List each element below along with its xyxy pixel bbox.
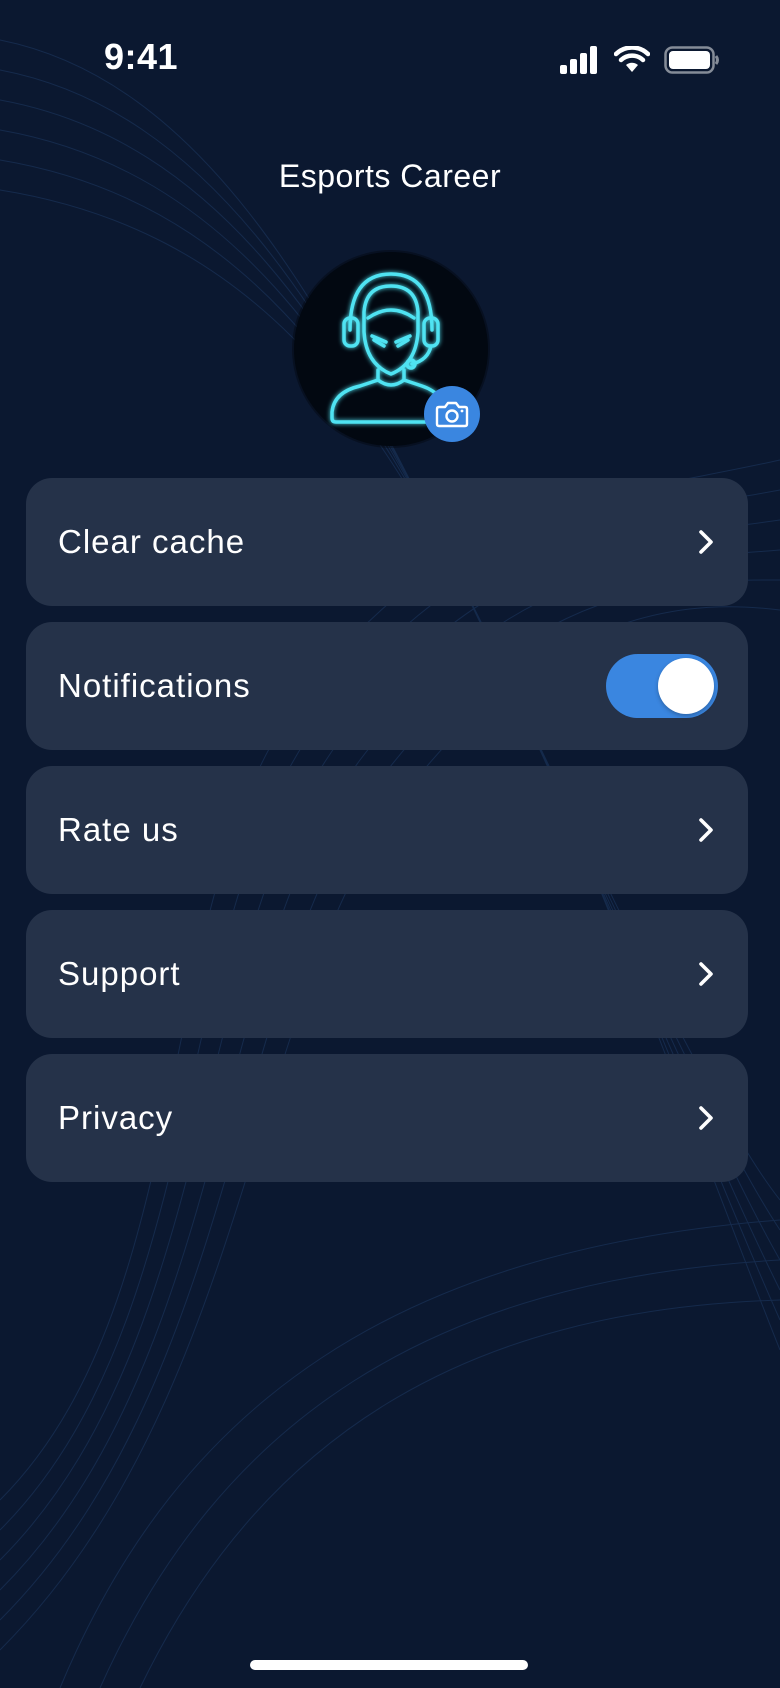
battery-icon bbox=[664, 46, 719, 74]
chevron-right-icon bbox=[676, 522, 716, 562]
home-indicator bbox=[250, 1660, 528, 1670]
chevron-right-icon bbox=[676, 954, 716, 994]
toggle-knob bbox=[658, 658, 714, 714]
change-photo-button[interactable] bbox=[424, 386, 480, 442]
notifications-toggle[interactable] bbox=[606, 654, 718, 718]
rate-us-row[interactable]: Rate us bbox=[26, 766, 748, 894]
rate-us-label: Rate us bbox=[58, 811, 179, 848]
privacy-row[interactable]: Privacy bbox=[26, 1054, 748, 1182]
camera-icon bbox=[435, 401, 469, 428]
cellular-signal-icon bbox=[560, 46, 597, 74]
chevron-right-icon bbox=[676, 810, 716, 850]
notifications-label: Notifications bbox=[58, 667, 251, 704]
support-row[interactable]: Support bbox=[26, 910, 748, 1038]
status-time: 9:41 bbox=[104, 36, 179, 77]
wifi-icon bbox=[614, 46, 650, 72]
page-title: Esports Career bbox=[278, 158, 502, 194]
notifications-row: Notifications bbox=[26, 622, 748, 750]
status-bar: 9:41 bbox=[0, 0, 780, 120]
clear-cache-row[interactable]: Clear cache bbox=[26, 478, 748, 606]
privacy-label: Privacy bbox=[58, 1099, 174, 1136]
chevron-right-icon bbox=[676, 1098, 716, 1138]
settings-list: Clear cache Notifications Rate us Suppor… bbox=[26, 478, 748, 1198]
clear-cache-label: Clear cache bbox=[58, 523, 246, 560]
support-label: Support bbox=[58, 955, 181, 992]
status-icons bbox=[560, 44, 720, 76]
